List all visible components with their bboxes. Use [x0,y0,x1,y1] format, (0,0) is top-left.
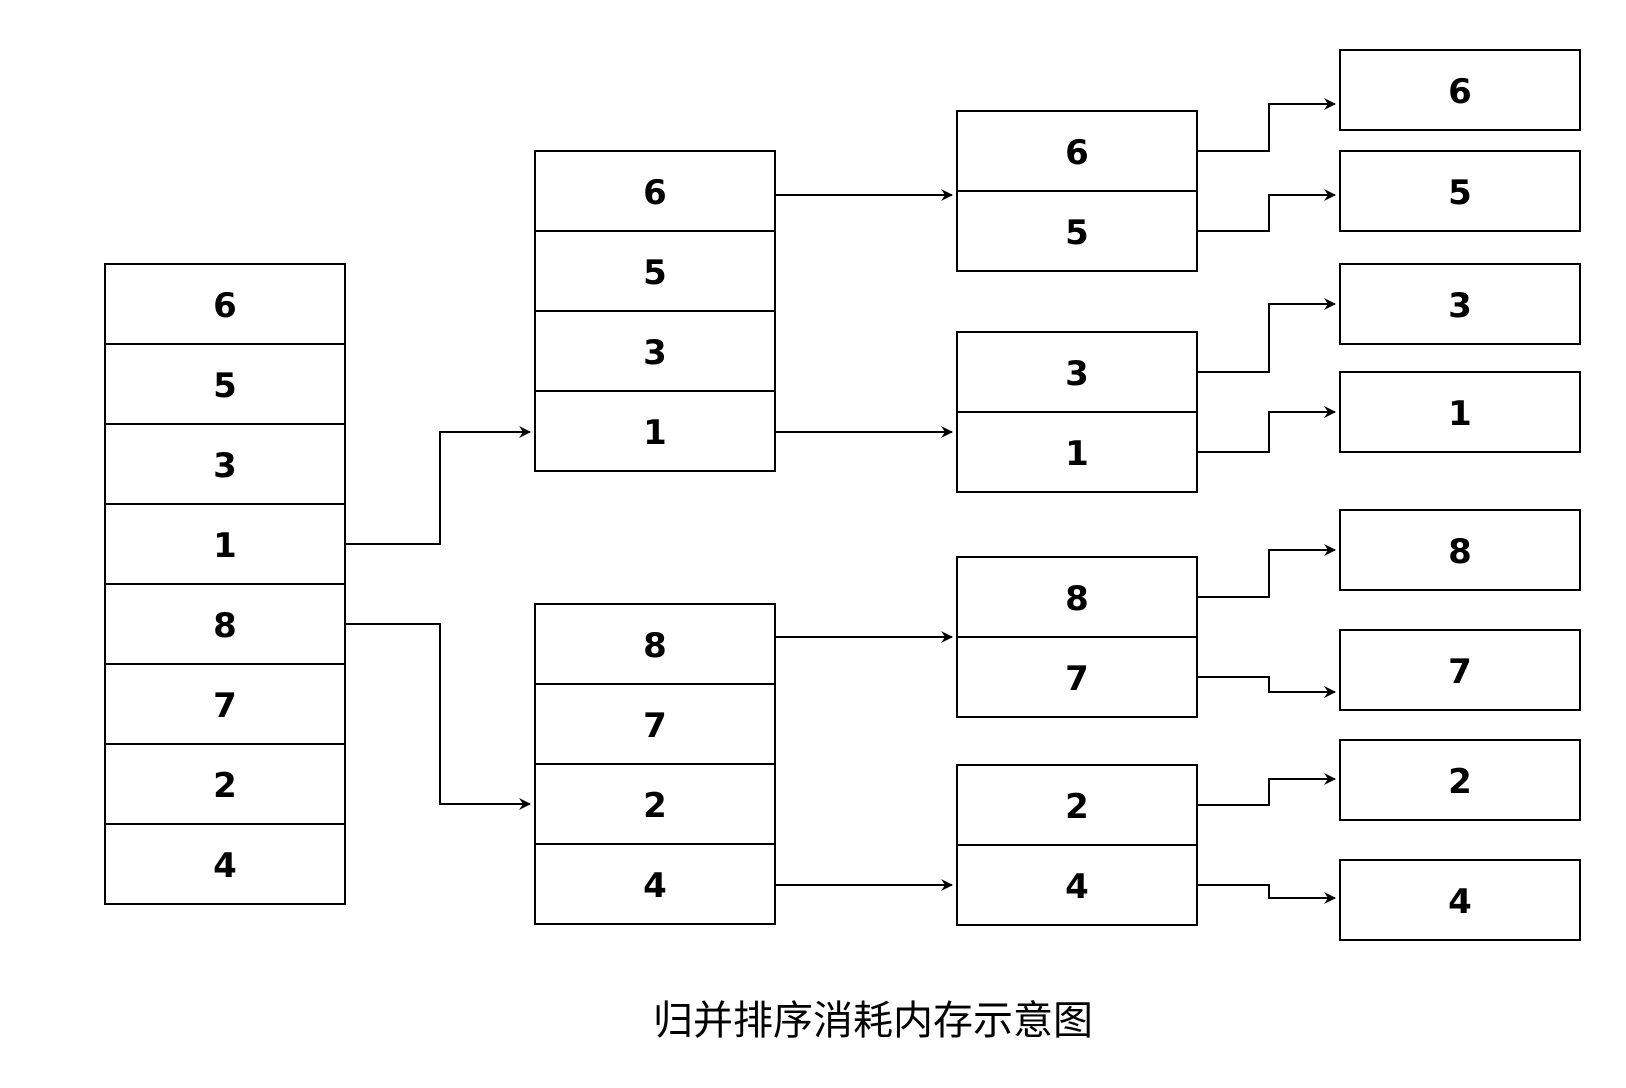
cell-value: 1 [213,526,237,566]
level1-cell: 4 [534,843,776,925]
cell-value: 8 [213,606,237,646]
cell-value: 4 [1448,882,1472,922]
cell-value: 8 [643,626,667,666]
cell-value: 2 [1448,762,1472,802]
level3-cell: 4 [1339,859,1581,941]
cell-value: 7 [213,686,237,726]
connector-arrow [1197,298,1336,373]
level1-cell: 1 [534,390,776,472]
level1-cell: 3 [534,310,776,392]
cell-value: 5 [643,253,667,293]
cell-value: 8 [1065,579,1089,619]
cell-value: 3 [643,333,667,373]
level0-cell: 4 [104,823,346,905]
connector-arrow [1197,98,1336,152]
connector-arrow [1197,884,1336,904]
cell-value: 5 [1448,173,1472,213]
level2-cell: 8 [956,556,1198,638]
cell-value: 5 [1065,213,1089,253]
cell-value: 1 [1448,394,1472,434]
level2-cell: 4 [956,844,1198,926]
cell-value: 1 [1065,434,1089,474]
level0-cell: 5 [104,343,346,425]
cell-value: 5 [213,366,237,406]
cell-value: 3 [1448,286,1472,326]
level1-cell: 6 [534,150,776,232]
level1-cell: 2 [534,763,776,845]
connector-arrow [345,623,531,810]
cell-value: 6 [643,173,667,213]
level2-cell: 5 [956,190,1198,272]
level1-cell: 7 [534,683,776,765]
cell-value: 4 [1065,867,1089,907]
cell-value: 3 [1065,354,1089,394]
cell-value: 2 [213,766,237,806]
cell-value: 7 [1448,652,1472,692]
connector-arrow [1197,676,1336,698]
level0-cell: 7 [104,663,346,745]
connector-arrow [345,426,531,545]
level1-cell: 8 [534,603,776,685]
cell-value: 6 [1065,133,1089,173]
cell-value: 4 [213,846,237,886]
level3-cell: 7 [1339,629,1581,711]
level2-cell: 6 [956,110,1198,192]
cell-value: 6 [213,286,237,326]
level0-cell: 2 [104,743,346,825]
cell-value: 2 [1065,787,1089,827]
connector-arrow [1197,189,1336,232]
level2-cell: 7 [956,636,1198,718]
level0-cell: 1 [104,503,346,585]
connector-arrow [1197,406,1336,453]
level0-cell: 8 [104,583,346,665]
cell-value: 3 [213,446,237,486]
diagram-caption: 归并排序消耗内存示意图 [653,998,1093,1044]
level3-cell: 6 [1339,49,1581,131]
level0-cell: 3 [104,423,346,505]
level1-cell: 5 [534,230,776,312]
cell-value: 4 [643,866,667,906]
level0-cell: 6 [104,263,346,345]
level3-cell: 5 [1339,150,1581,232]
cell-value: 8 [1448,532,1472,572]
cell-value: 1 [643,413,667,453]
level3-cell: 8 [1339,509,1581,591]
cell-value: 6 [1448,72,1472,112]
level3-cell: 2 [1339,739,1581,821]
connector-arrow [1197,773,1336,806]
cell-value: 7 [643,706,667,746]
level3-cell: 1 [1339,371,1581,453]
level2-cell: 2 [956,764,1198,846]
merge-sort-diagram: 6 5 3 1 8 7 2 4 6 5 3 1 8 7 2 4 6 5 3 1 8 7 2 4 6 5 3 1 8 7 2 4 归并排序消耗内… [104,49,1581,1044]
level2-cell: 3 [956,331,1198,413]
cell-value: 2 [643,786,667,826]
level2-cell: 1 [956,411,1198,493]
cell-layer: 6 5 3 1 8 7 2 4 6 5 3 1 8 7 2 4 6 5 3 1 8 7 2 4 6 5 3 1 8 7 2 4 [104,49,1581,941]
cell-value: 7 [1065,659,1089,699]
level3-cell: 3 [1339,263,1581,345]
connector-arrow [1197,544,1336,598]
